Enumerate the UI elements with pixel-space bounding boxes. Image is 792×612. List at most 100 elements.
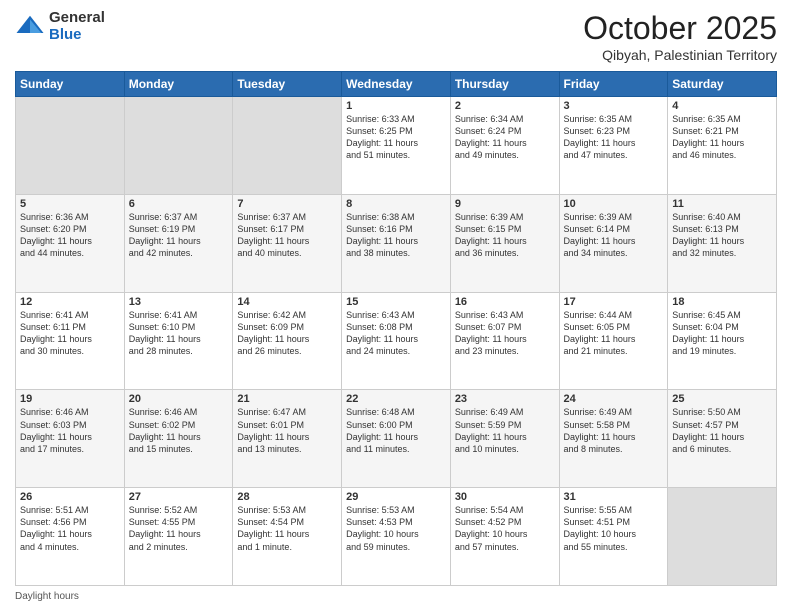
logo: General Blue bbox=[15, 10, 105, 43]
calendar-header-saturday: Saturday bbox=[668, 72, 777, 97]
calendar-cell: 1Sunrise: 6:33 AM Sunset: 6:25 PM Daylig… bbox=[342, 97, 451, 195]
calendar-cell bbox=[233, 97, 342, 195]
calendar-cell: 15Sunrise: 6:43 AM Sunset: 6:08 PM Dayli… bbox=[342, 292, 451, 390]
calendar-cell: 27Sunrise: 5:52 AM Sunset: 4:55 PM Dayli… bbox=[124, 488, 233, 586]
calendar-cell: 9Sunrise: 6:39 AM Sunset: 6:15 PM Daylig… bbox=[450, 194, 559, 292]
header: General Blue October 2025 Qibyah, Palest… bbox=[15, 10, 777, 63]
day-info: Sunrise: 6:46 AM Sunset: 6:03 PM Dayligh… bbox=[20, 406, 120, 455]
day-number: 24 bbox=[564, 393, 664, 405]
day-number: 28 bbox=[237, 491, 337, 503]
day-info: Sunrise: 5:53 AM Sunset: 4:53 PM Dayligh… bbox=[346, 504, 446, 553]
footer: Daylight hours bbox=[15, 591, 777, 602]
day-number: 19 bbox=[20, 393, 120, 405]
day-info: Sunrise: 5:55 AM Sunset: 4:51 PM Dayligh… bbox=[564, 504, 664, 553]
day-number: 25 bbox=[672, 393, 772, 405]
calendar-cell: 17Sunrise: 6:44 AM Sunset: 6:05 PM Dayli… bbox=[559, 292, 668, 390]
calendar-week-row: 1Sunrise: 6:33 AM Sunset: 6:25 PM Daylig… bbox=[16, 97, 777, 195]
title-area: October 2025 Qibyah, Palestinian Territo… bbox=[583, 10, 777, 63]
day-number: 4 bbox=[672, 100, 772, 112]
logo-blue: Blue bbox=[49, 27, 105, 44]
day-number: 7 bbox=[237, 198, 337, 210]
calendar-cell: 14Sunrise: 6:42 AM Sunset: 6:09 PM Dayli… bbox=[233, 292, 342, 390]
calendar-cell: 2Sunrise: 6:34 AM Sunset: 6:24 PM Daylig… bbox=[450, 97, 559, 195]
calendar-cell: 10Sunrise: 6:39 AM Sunset: 6:14 PM Dayli… bbox=[559, 194, 668, 292]
calendar-cell bbox=[668, 488, 777, 586]
calendar-table: SundayMondayTuesdayWednesdayThursdayFrid… bbox=[15, 71, 777, 586]
day-info: Sunrise: 6:37 AM Sunset: 6:17 PM Dayligh… bbox=[237, 211, 337, 260]
day-info: Sunrise: 6:39 AM Sunset: 6:15 PM Dayligh… bbox=[455, 211, 555, 260]
logo-icon bbox=[15, 12, 45, 42]
day-number: 26 bbox=[20, 491, 120, 503]
calendar-cell: 8Sunrise: 6:38 AM Sunset: 6:16 PM Daylig… bbox=[342, 194, 451, 292]
day-info: Sunrise: 6:46 AM Sunset: 6:02 PM Dayligh… bbox=[129, 406, 229, 455]
day-info: Sunrise: 6:34 AM Sunset: 6:24 PM Dayligh… bbox=[455, 113, 555, 162]
calendar-cell: 11Sunrise: 6:40 AM Sunset: 6:13 PM Dayli… bbox=[668, 194, 777, 292]
calendar-cell bbox=[16, 97, 125, 195]
calendar-cell: 7Sunrise: 6:37 AM Sunset: 6:17 PM Daylig… bbox=[233, 194, 342, 292]
calendar-cell: 20Sunrise: 6:46 AM Sunset: 6:02 PM Dayli… bbox=[124, 390, 233, 488]
day-info: Sunrise: 6:39 AM Sunset: 6:14 PM Dayligh… bbox=[564, 211, 664, 260]
day-number: 29 bbox=[346, 491, 446, 503]
calendar-cell: 23Sunrise: 6:49 AM Sunset: 5:59 PM Dayli… bbox=[450, 390, 559, 488]
calendar-header-monday: Monday bbox=[124, 72, 233, 97]
calendar-cell bbox=[124, 97, 233, 195]
calendar-cell: 22Sunrise: 6:48 AM Sunset: 6:00 PM Dayli… bbox=[342, 390, 451, 488]
day-number: 20 bbox=[129, 393, 229, 405]
day-number: 13 bbox=[129, 296, 229, 308]
day-info: Sunrise: 6:41 AM Sunset: 6:11 PM Dayligh… bbox=[20, 309, 120, 358]
logo-text: General Blue bbox=[49, 10, 105, 43]
day-number: 30 bbox=[455, 491, 555, 503]
day-info: Sunrise: 5:51 AM Sunset: 4:56 PM Dayligh… bbox=[20, 504, 120, 553]
calendar-cell: 16Sunrise: 6:43 AM Sunset: 6:07 PM Dayli… bbox=[450, 292, 559, 390]
day-number: 21 bbox=[237, 393, 337, 405]
day-number: 3 bbox=[564, 100, 664, 112]
calendar-header-row: SundayMondayTuesdayWednesdayThursdayFrid… bbox=[16, 72, 777, 97]
logo-general: General bbox=[49, 10, 105, 27]
day-info: Sunrise: 6:43 AM Sunset: 6:07 PM Dayligh… bbox=[455, 309, 555, 358]
day-info: Sunrise: 6:45 AM Sunset: 6:04 PM Dayligh… bbox=[672, 309, 772, 358]
calendar-cell: 26Sunrise: 5:51 AM Sunset: 4:56 PM Dayli… bbox=[16, 488, 125, 586]
calendar-cell: 31Sunrise: 5:55 AM Sunset: 4:51 PM Dayli… bbox=[559, 488, 668, 586]
day-info: Sunrise: 5:52 AM Sunset: 4:55 PM Dayligh… bbox=[129, 504, 229, 553]
day-number: 11 bbox=[672, 198, 772, 210]
day-number: 1 bbox=[346, 100, 446, 112]
day-info: Sunrise: 6:37 AM Sunset: 6:19 PM Dayligh… bbox=[129, 211, 229, 260]
calendar-cell: 12Sunrise: 6:41 AM Sunset: 6:11 PM Dayli… bbox=[16, 292, 125, 390]
calendar-cell: 6Sunrise: 6:37 AM Sunset: 6:19 PM Daylig… bbox=[124, 194, 233, 292]
day-info: Sunrise: 5:53 AM Sunset: 4:54 PM Dayligh… bbox=[237, 504, 337, 553]
calendar-cell: 28Sunrise: 5:53 AM Sunset: 4:54 PM Dayli… bbox=[233, 488, 342, 586]
day-info: Sunrise: 6:35 AM Sunset: 6:23 PM Dayligh… bbox=[564, 113, 664, 162]
day-number: 16 bbox=[455, 296, 555, 308]
daylight-label: Daylight hours bbox=[15, 591, 79, 602]
day-info: Sunrise: 6:49 AM Sunset: 5:59 PM Dayligh… bbox=[455, 406, 555, 455]
day-info: Sunrise: 6:48 AM Sunset: 6:00 PM Dayligh… bbox=[346, 406, 446, 455]
location: Qibyah, Palestinian Territory bbox=[583, 47, 777, 63]
day-info: Sunrise: 5:54 AM Sunset: 4:52 PM Dayligh… bbox=[455, 504, 555, 553]
calendar-cell: 24Sunrise: 6:49 AM Sunset: 5:58 PM Dayli… bbox=[559, 390, 668, 488]
calendar-week-row: 19Sunrise: 6:46 AM Sunset: 6:03 PM Dayli… bbox=[16, 390, 777, 488]
day-info: Sunrise: 6:41 AM Sunset: 6:10 PM Dayligh… bbox=[129, 309, 229, 358]
calendar-cell: 5Sunrise: 6:36 AM Sunset: 6:20 PM Daylig… bbox=[16, 194, 125, 292]
calendar-cell: 13Sunrise: 6:41 AM Sunset: 6:10 PM Dayli… bbox=[124, 292, 233, 390]
calendar-header-wednesday: Wednesday bbox=[342, 72, 451, 97]
calendar-cell: 3Sunrise: 6:35 AM Sunset: 6:23 PM Daylig… bbox=[559, 97, 668, 195]
day-number: 23 bbox=[455, 393, 555, 405]
day-number: 8 bbox=[346, 198, 446, 210]
day-info: Sunrise: 6:35 AM Sunset: 6:21 PM Dayligh… bbox=[672, 113, 772, 162]
day-number: 14 bbox=[237, 296, 337, 308]
day-info: Sunrise: 6:42 AM Sunset: 6:09 PM Dayligh… bbox=[237, 309, 337, 358]
day-info: Sunrise: 6:43 AM Sunset: 6:08 PM Dayligh… bbox=[346, 309, 446, 358]
calendar-cell: 29Sunrise: 5:53 AM Sunset: 4:53 PM Dayli… bbox=[342, 488, 451, 586]
day-number: 15 bbox=[346, 296, 446, 308]
day-info: Sunrise: 6:47 AM Sunset: 6:01 PM Dayligh… bbox=[237, 406, 337, 455]
day-info: Sunrise: 6:33 AM Sunset: 6:25 PM Dayligh… bbox=[346, 113, 446, 162]
calendar-cell: 25Sunrise: 5:50 AM Sunset: 4:57 PM Dayli… bbox=[668, 390, 777, 488]
calendar-cell: 21Sunrise: 6:47 AM Sunset: 6:01 PM Dayli… bbox=[233, 390, 342, 488]
calendar-cell: 4Sunrise: 6:35 AM Sunset: 6:21 PM Daylig… bbox=[668, 97, 777, 195]
calendar-cell: 30Sunrise: 5:54 AM Sunset: 4:52 PM Dayli… bbox=[450, 488, 559, 586]
day-info: Sunrise: 6:44 AM Sunset: 6:05 PM Dayligh… bbox=[564, 309, 664, 358]
day-number: 31 bbox=[564, 491, 664, 503]
month-title: October 2025 bbox=[583, 10, 777, 47]
day-number: 9 bbox=[455, 198, 555, 210]
calendar-header-sunday: Sunday bbox=[16, 72, 125, 97]
